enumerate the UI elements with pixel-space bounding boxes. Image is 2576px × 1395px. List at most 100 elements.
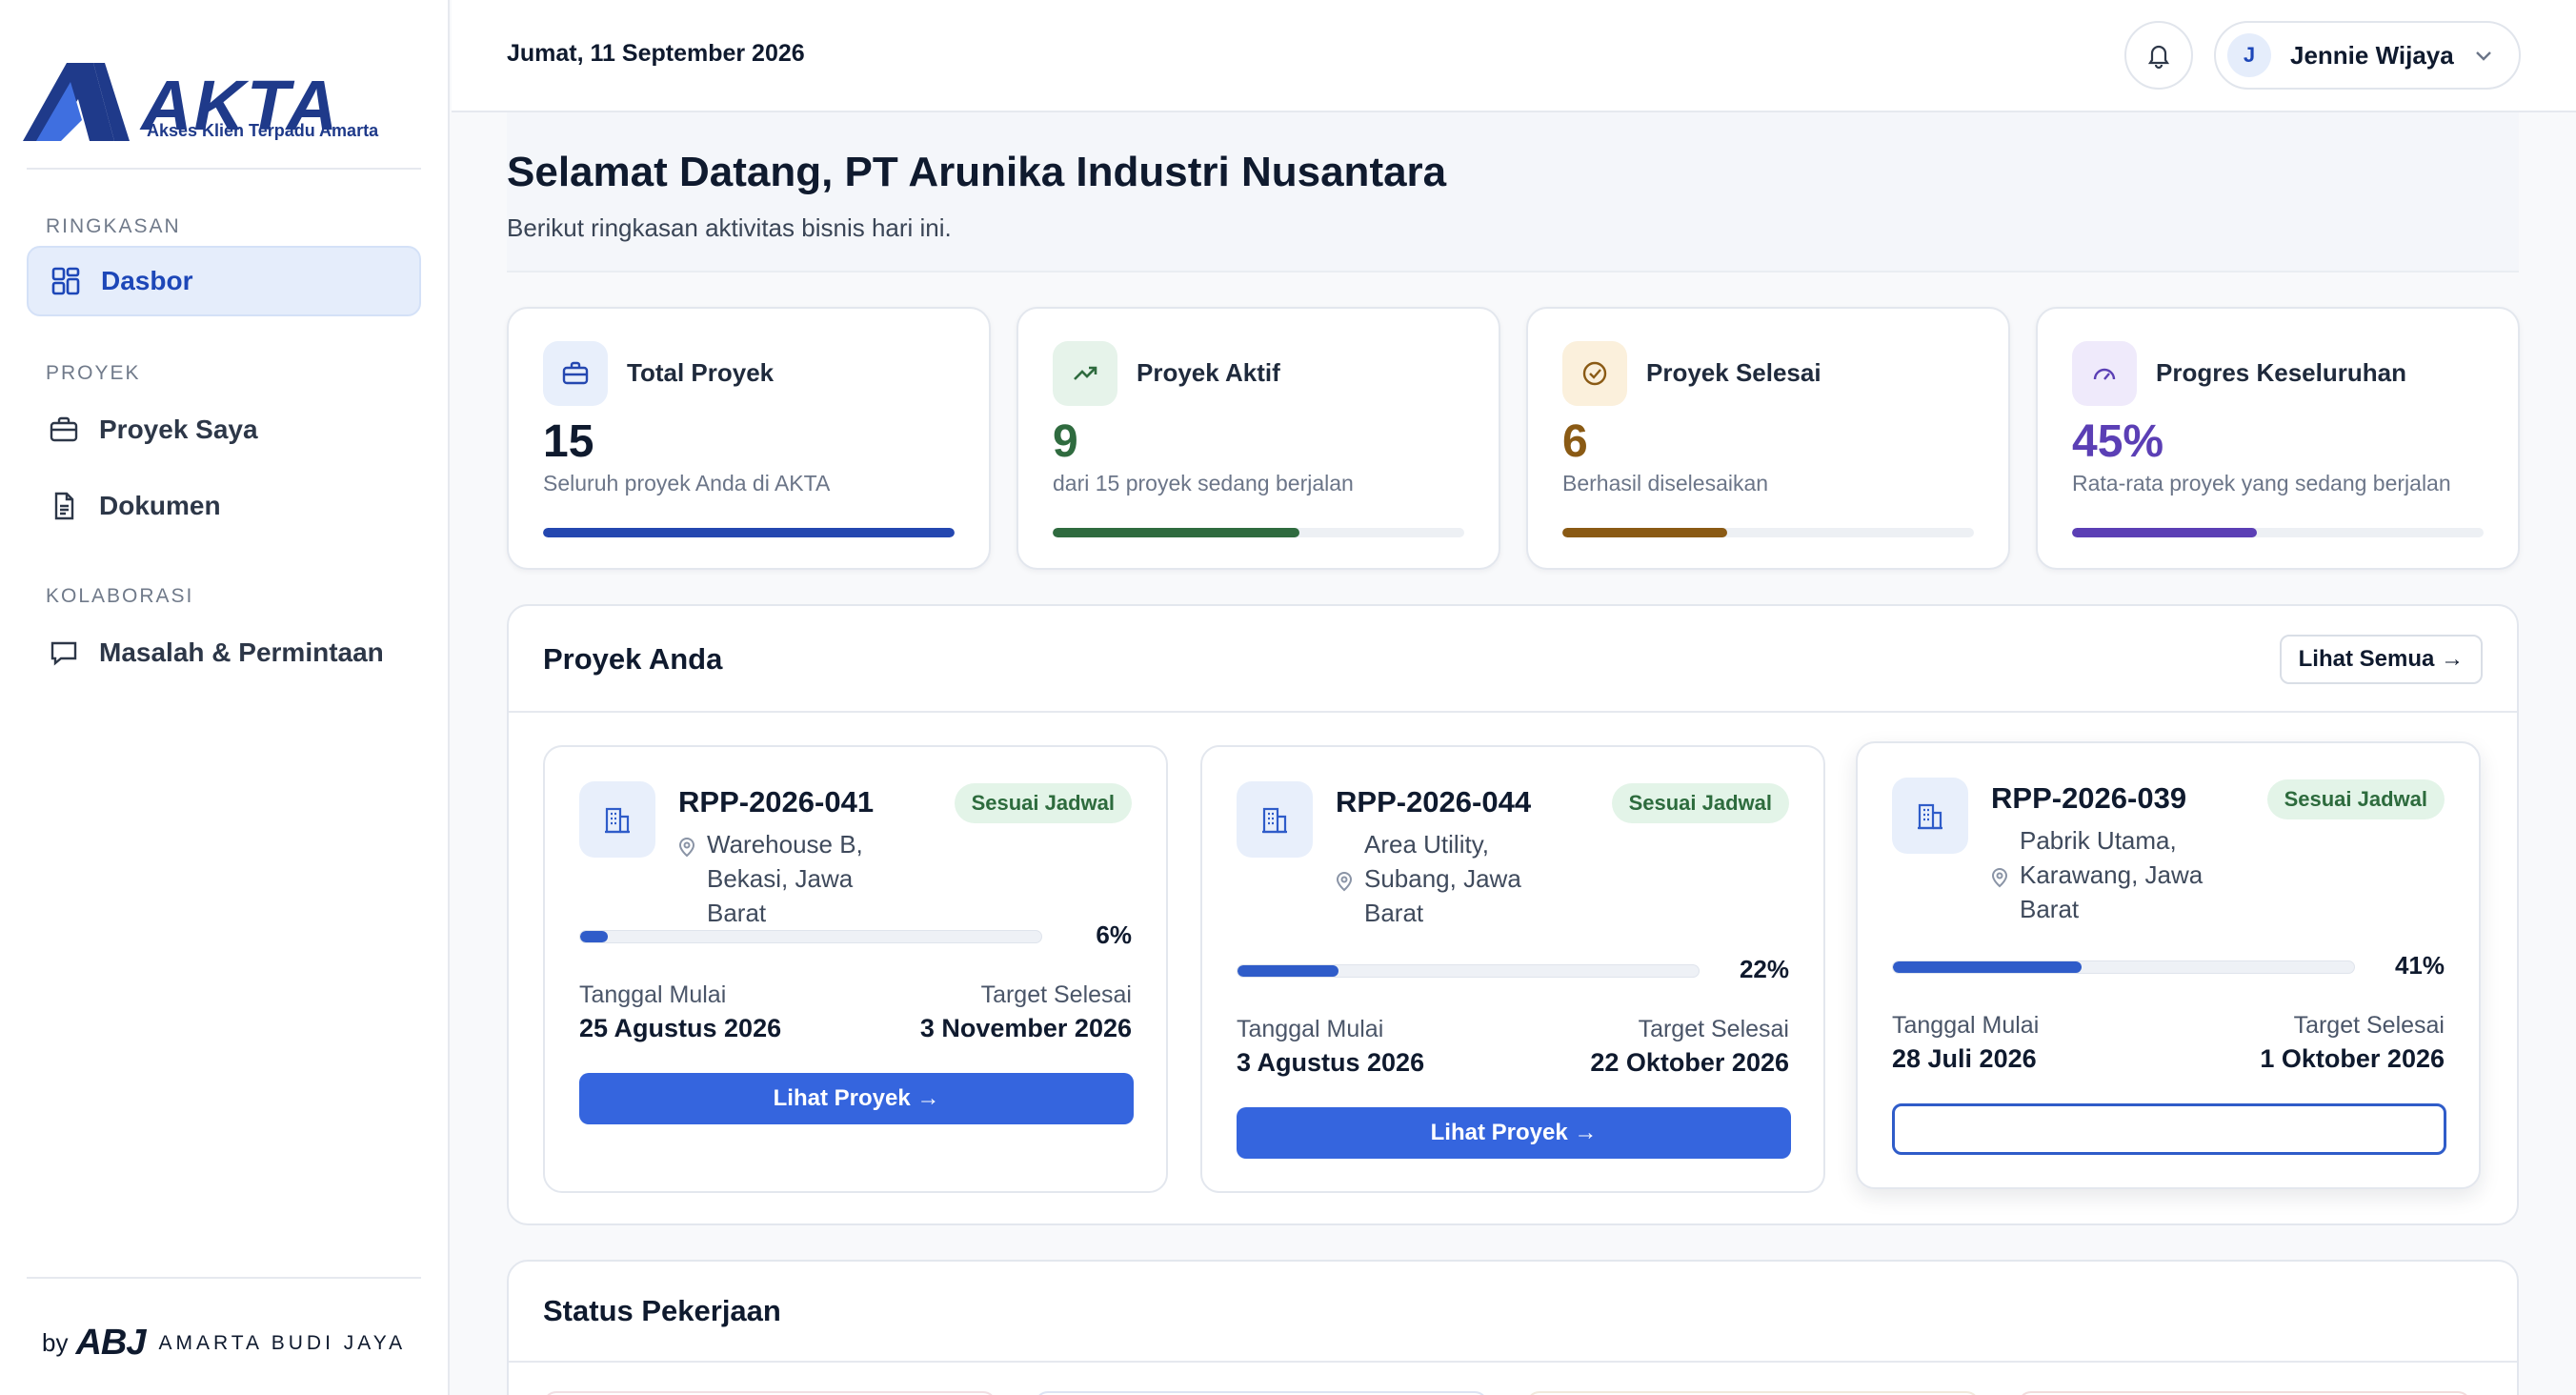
projects-panel: Proyek Anda Lihat Semua → RPP-2026-041 S… <box>507 604 2519 1225</box>
stat-title: Total Proyek <box>627 358 775 387</box>
target-date-value: 3 November 2026 <box>919 1014 1132 1042</box>
dashboard-grid-icon <box>50 265 82 297</box>
sidebar-item-masalah-permintaan[interactable]: Masalah & Permintaan <box>27 617 421 688</box>
map-pin-icon <box>678 838 695 858</box>
stat-card-progres-keseluruhan: Progres Keseluruhan 45% Rata-rata proyek… <box>2036 307 2520 570</box>
target-date-label: Target Selesai <box>2293 1012 2445 1039</box>
map-pin-icon <box>1991 868 2008 888</box>
map-pin-icon <box>1336 872 1353 892</box>
building-icon <box>579 781 655 858</box>
chevron-down-icon <box>2475 51 2491 61</box>
project-progress-bar <box>579 930 1042 943</box>
company-brand: by ABJ AMARTA BUDI JAYA <box>42 1323 406 1364</box>
target-date-label: Target Selesai <box>980 981 1132 1008</box>
current-date: Jumat, 11 September 2026 <box>507 40 805 67</box>
bell-icon <box>2147 45 2170 70</box>
section-label-kolaborasi: KOLABORASI <box>46 585 194 607</box>
company-name: AMARTA BUDI JAYA <box>158 1331 407 1354</box>
status-card <box>1035 1391 1488 1395</box>
start-date-value: 25 Agustus 2026 <box>579 1014 782 1042</box>
project-progress-fill <box>580 931 609 942</box>
status-card <box>2018 1391 2471 1395</box>
stat-card-total-proyek: Total Proyek 15 Seluruh proyek Anda di A… <box>507 307 991 570</box>
project-location: Pabrik Utama, Karawang, Jawa Barat <box>1991 823 2210 926</box>
user-name: Jennie Wijaya <box>2290 40 2454 70</box>
view-project-button[interactable] <box>1892 1103 2446 1155</box>
project-card: RPP-2026-039 Sesuai Jadwal Pabrik Utama,… <box>1856 741 2481 1189</box>
footer-by: by <box>42 1328 69 1357</box>
start-date-value: 28 Juli 2026 <box>1892 1044 2037 1073</box>
building-icon <box>1892 778 1968 854</box>
sidebar-item-dasbor[interactable]: Dasbor <box>27 246 421 316</box>
brand-tagline: Akses Klien Terpadu Amarta <box>147 121 379 140</box>
project-progress-fill <box>1893 961 2083 973</box>
stat-description: Rata-rata proyek yang sedang berjalan <box>2072 471 2451 495</box>
notifications-button[interactable] <box>2124 21 2193 90</box>
chat-icon <box>48 637 80 669</box>
view-project-button[interactable]: Lihat Proyek → <box>1237 1107 1791 1159</box>
see-all-button[interactable]: Lihat Semua → <box>2279 635 2483 684</box>
start-date-value: 3 Agustus 2026 <box>1237 1048 1425 1077</box>
start-date-label: Tanggal Mulai <box>579 981 727 1008</box>
stat-progress-fill <box>1562 528 1727 537</box>
check-circle-icon <box>1562 341 1627 406</box>
target-date-value: 1 Oktober 2026 <box>2260 1044 2445 1073</box>
page-title: Selamat Datang, PT Arunika Industri Nusa… <box>507 149 1447 195</box>
status-card <box>1526 1391 1980 1395</box>
stat-card-proyek-aktif: Proyek Aktif 9 dari 15 proyek sedang ber… <box>1016 307 1500 570</box>
building-icon <box>1237 781 1313 858</box>
akta-logo-mark-icon <box>23 63 130 141</box>
welcome-banner: Selamat Datang, PT Arunika Industri Nusa… <box>507 112 2519 273</box>
location-text: Area Utility, Subang, Jawa Barat <box>1364 830 1521 927</box>
sidebar-item-dokumen[interactable]: Dokumen <box>27 471 421 541</box>
abj-logo: ABJ <box>75 1323 146 1363</box>
akta-logo[interactable]: AKTA Akses Klien Terpadu Amarta <box>23 61 423 147</box>
section-label-ringkasan: RINGKASAN <box>46 215 181 237</box>
sidebar-divider <box>27 168 421 170</box>
project-id: RPP-2026-044 <box>1336 785 1532 819</box>
status-badge: Sesuai Jadwal <box>954 783 1132 823</box>
project-card: RPP-2026-041 Sesuai Jadwal Warehouse B, … <box>543 745 1168 1193</box>
gauge-icon <box>2072 341 2137 406</box>
location-text: Pabrik Utama, Karawang, Jawa Barat <box>2020 826 2204 923</box>
sidebar-item-label: Proyek Saya <box>99 414 258 444</box>
view-project-button[interactable]: Lihat Proyek → <box>579 1073 1134 1124</box>
section-label-proyek: PROYEK <box>46 362 141 384</box>
status-badge: Sesuai Jadwal <box>1611 783 1789 823</box>
trending-up-icon <box>1053 341 1117 406</box>
start-date-label: Tanggal Mulai <box>1892 1012 2040 1039</box>
project-progress-percent: 6% <box>1096 920 1132 949</box>
location-text: Warehouse B, Bekasi, Jawa Barat <box>707 830 863 927</box>
stat-description: dari 15 proyek sedang berjalan <box>1053 471 1354 495</box>
stat-value: 15 <box>543 416 594 467</box>
stat-title: Progres Keseluruhan <box>2156 358 2406 387</box>
sidebar-item-proyek-saya[interactable]: Proyek Saya <box>27 394 421 465</box>
work-status-title: Status Pekerjaan <box>543 1294 781 1327</box>
sidebar-item-label: Dokumen <box>99 491 221 520</box>
projects-panel-header: Proyek Anda Lihat Semua → <box>509 606 2517 713</box>
stat-title: Proyek Aktif <box>1137 358 1280 387</box>
project-progress-bar <box>1237 964 1700 978</box>
stat-description: Berhasil diselesaikan <box>1562 471 1769 495</box>
briefcase-icon <box>48 414 80 446</box>
projects-title: Proyek Anda <box>543 642 723 676</box>
document-icon <box>48 490 80 522</box>
topbar: Jumat, 11 September 2026 J Jennie Wijaya <box>452 0 2576 112</box>
project-id: RPP-2026-039 <box>1991 781 2187 815</box>
sidebar-footer-divider <box>27 1277 421 1279</box>
user-menu[interactable]: J Jennie Wijaya <box>2214 21 2521 90</box>
stat-progress-bar <box>2072 528 2484 537</box>
page-subtitle: Berikut ringkasan aktivitas bisnis hari … <box>507 213 952 242</box>
work-status-panel: Status Pekerjaan <box>507 1260 2519 1395</box>
work-status-header: Status Pekerjaan <box>509 1262 2517 1363</box>
stat-title: Proyek Selesai <box>1646 358 1821 387</box>
project-id: RPP-2026-041 <box>678 785 875 819</box>
stat-description: Seluruh proyek Anda di AKTA <box>543 471 831 495</box>
avatar: J <box>2227 33 2271 77</box>
project-progress-percent: 41% <box>2394 951 2445 980</box>
stat-value: 9 <box>1053 416 1078 467</box>
project-card: RPP-2026-044 Sesuai Jadwal Area Utility,… <box>1200 745 1825 1193</box>
sidebar: AKTA Akses Klien Terpadu Amarta RINGKASA… <box>0 0 450 1395</box>
stat-progress-fill <box>1053 528 1300 537</box>
stat-progress-fill <box>543 528 955 537</box>
